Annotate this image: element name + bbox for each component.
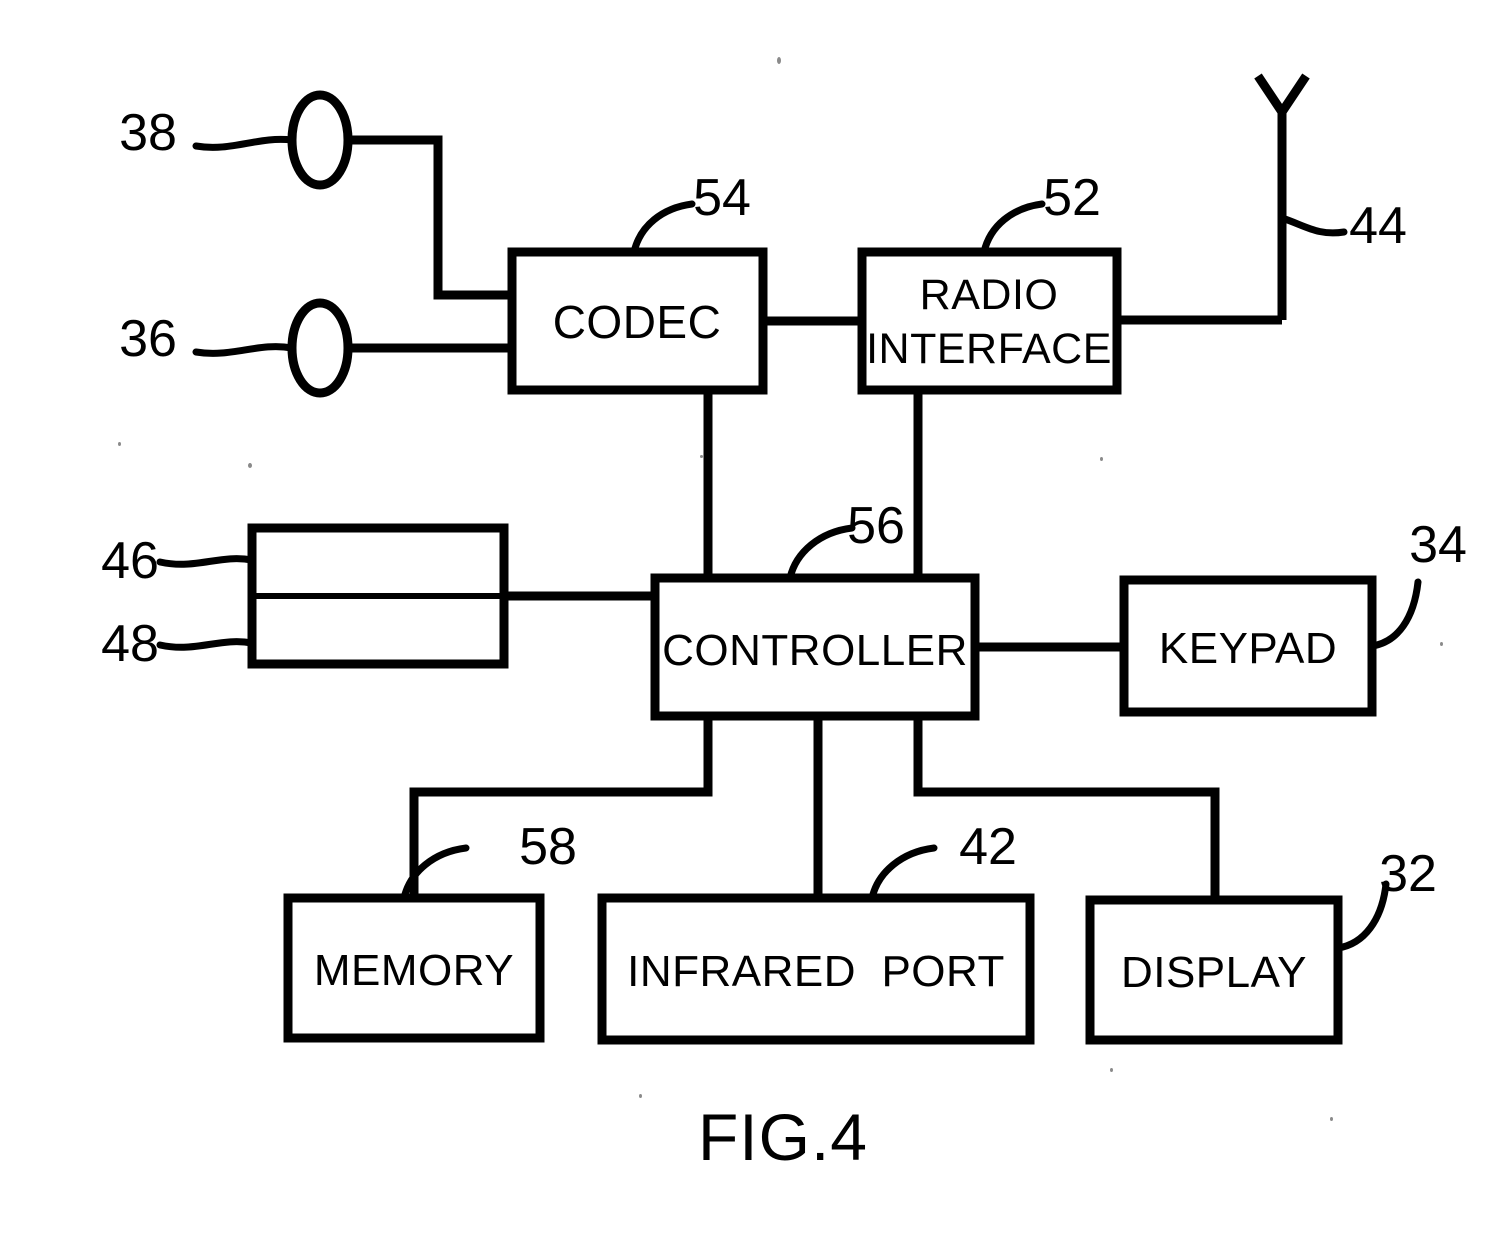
antenna-left-arm [1254, 73, 1286, 115]
leader-42 [868, 844, 938, 902]
wire-speaker-to-codec [348, 135, 512, 300]
leader-54 [630, 200, 696, 256]
speaker-ellipse [287, 90, 353, 190]
block-label-memory: MEMORY [314, 946, 514, 995]
reference-number-58: 58 [519, 818, 577, 876]
reference-number-56: 56 [847, 497, 905, 555]
figure-caption: FIG.4 [698, 1100, 868, 1174]
reference-number-52: 52 [1043, 169, 1101, 227]
leader-34 [1368, 578, 1422, 650]
reference-number-34: 34 [1409, 516, 1467, 574]
block-label-infrared-port: INFRARED PORT [627, 947, 1005, 996]
reference-number-46: 46 [101, 532, 159, 590]
leader-56 [786, 524, 856, 582]
leader-38 [192, 135, 296, 151]
block-label-controller: CONTROLLER [662, 626, 968, 675]
microphone-ellipse [287, 298, 353, 398]
block-label-display: DISPLAY [1121, 948, 1307, 997]
leader-46 [156, 555, 256, 568]
block-label-radio-interface-line1: RADIO [920, 271, 1059, 319]
reference-number-36: 36 [119, 310, 177, 368]
figure-fig4: CODEC RADIO INTERFACE CONTROLLER KEYPAD … [0, 0, 1510, 1259]
block-label-keypad: KEYPAD [1159, 624, 1337, 673]
reference-number-42: 42 [959, 818, 1017, 876]
leader-36 [192, 343, 296, 357]
antenna-right-arm [1278, 73, 1310, 115]
reference-number-38: 38 [119, 104, 177, 162]
block-label-codec: CODEC [553, 296, 722, 348]
leader-44 [1278, 214, 1348, 237]
reference-number-32: 32 [1379, 845, 1437, 903]
block-label-radio-interface-line2: INTERFACE [866, 325, 1112, 373]
reference-number-48: 48 [101, 615, 159, 673]
leader-48 [156, 638, 256, 651]
leader-52 [980, 200, 1046, 256]
figure-canvas: CODEC RADIO INTERFACE CONTROLLER KEYPAD … [101, 73, 1467, 1174]
reference-number-54: 54 [693, 169, 751, 227]
reference-number-44: 44 [1349, 197, 1407, 255]
